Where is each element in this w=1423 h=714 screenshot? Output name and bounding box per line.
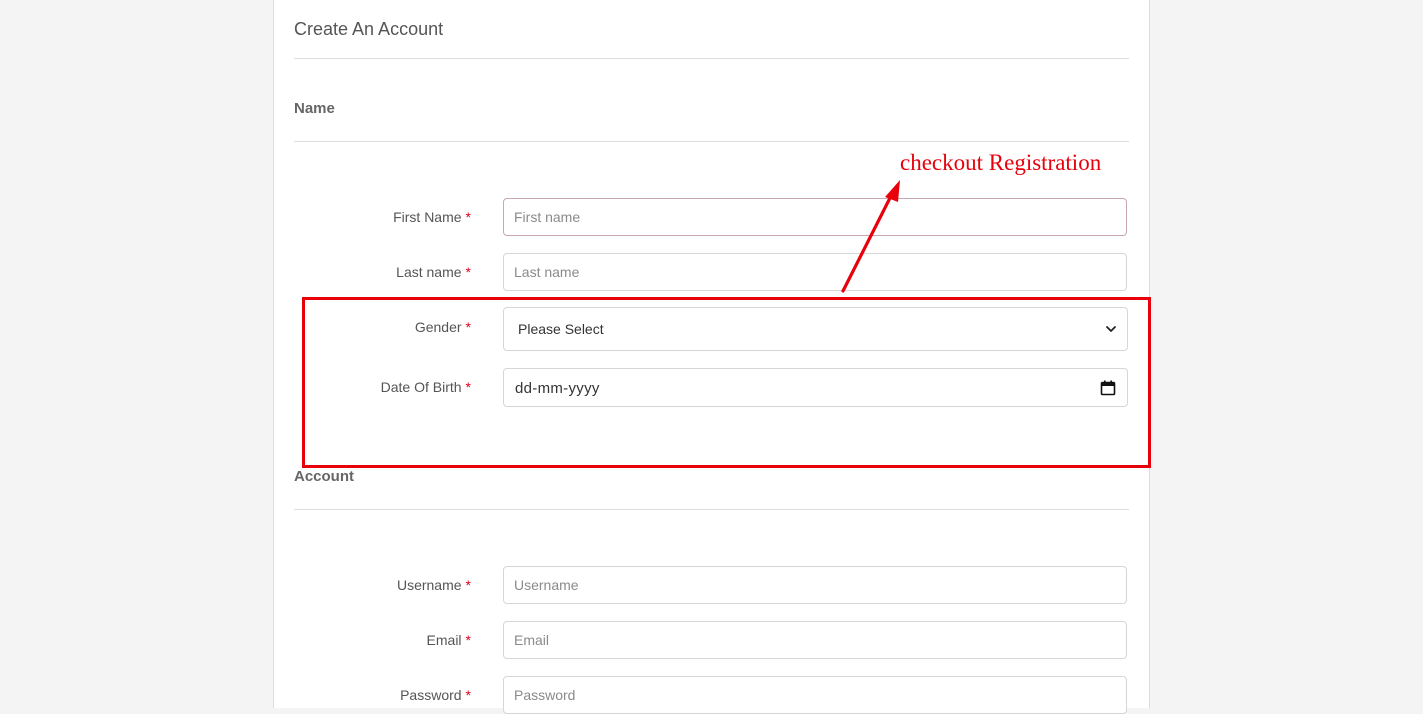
last-name-label: Last name *: [396, 264, 471, 280]
required-marker: *: [465, 632, 471, 648]
annotation-highlight-box: [302, 297, 1151, 468]
email-input[interactable]: [503, 621, 1127, 659]
email-label: Email *: [427, 632, 471, 648]
account-section-divider: [294, 509, 1129, 510]
username-label: Username *: [397, 577, 471, 593]
last-name-input[interactable]: [503, 253, 1127, 291]
required-marker: *: [465, 209, 471, 225]
required-marker: *: [465, 687, 471, 703]
page-title: Create An Account: [294, 19, 444, 39]
name-section-divider: [294, 141, 1129, 142]
password-label-text: Password: [400, 687, 462, 703]
password-label: Password *: [400, 687, 471, 703]
annotation-text: checkout Registration: [900, 150, 1102, 175]
last-name-label-text: Last name: [396, 264, 462, 280]
first-name-label-text: First Name: [393, 209, 462, 225]
password-input[interactable]: [503, 676, 1127, 714]
first-name-input[interactable]: [503, 198, 1127, 236]
username-input[interactable]: [503, 566, 1127, 604]
email-label-text: Email: [426, 632, 462, 648]
required-marker: *: [465, 264, 471, 280]
title-divider: [294, 58, 1129, 59]
username-label-text: Username: [396, 577, 462, 593]
annotation-arrow-icon: [841, 180, 900, 293]
section-account-heading: Account: [294, 468, 354, 485]
required-marker: *: [465, 577, 471, 593]
first-name-label: First Name *: [393, 209, 471, 225]
section-name-heading: Name: [294, 100, 335, 117]
